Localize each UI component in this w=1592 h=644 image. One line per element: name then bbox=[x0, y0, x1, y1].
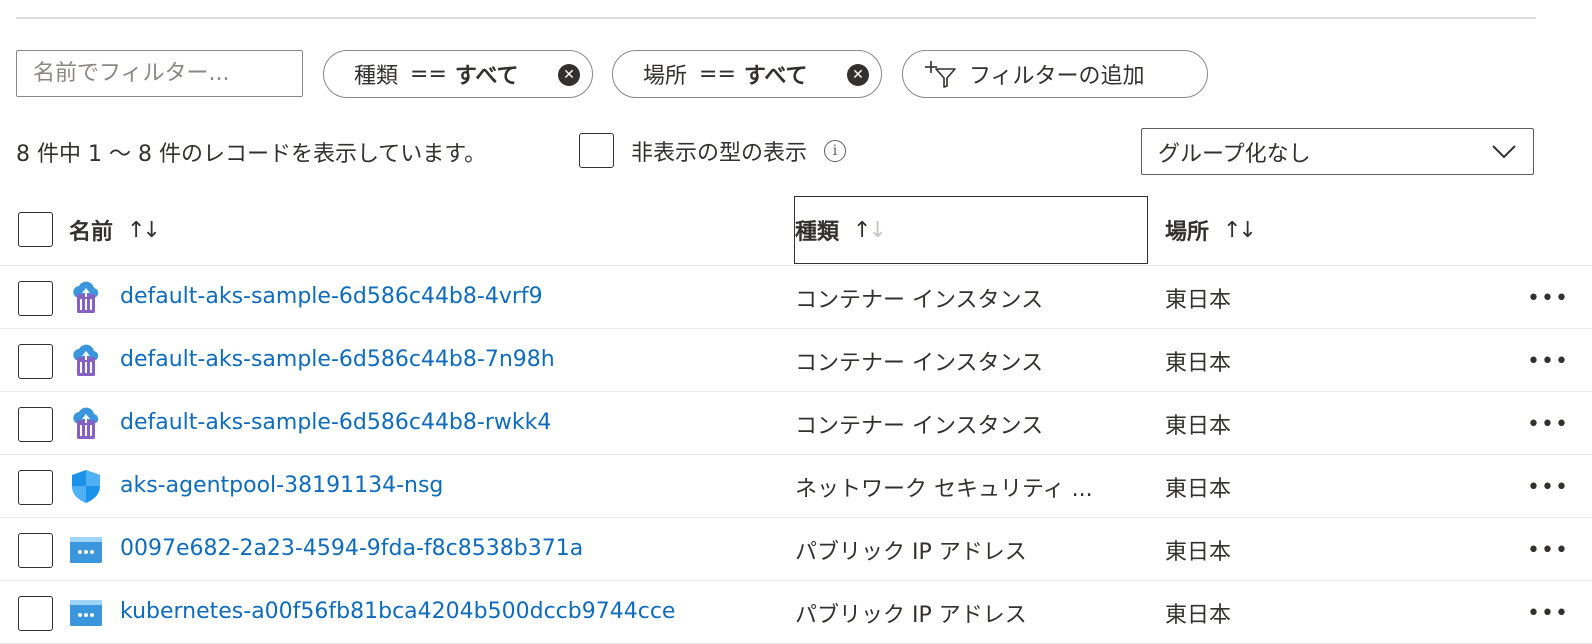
more-actions-icon[interactable]: ••• bbox=[1527, 475, 1569, 500]
row-checkbox[interactable] bbox=[18, 281, 53, 316]
row-checkbox[interactable] bbox=[18, 596, 53, 631]
row-checkbox[interactable] bbox=[18, 533, 53, 568]
show-hidden-types-label: 非表示の型の表示 bbox=[631, 140, 808, 166]
more-actions-icon[interactable]: ••• bbox=[1527, 538, 1569, 563]
public-ip-icon bbox=[68, 531, 104, 567]
location-filter-pill[interactable]: 場所 == すべて ✕ bbox=[612, 50, 882, 98]
table-row[interactable]: default-aks-sample-6d586c44b8-7n98h コンテナー… bbox=[0, 329, 1592, 392]
show-hidden-types-checkbox[interactable] bbox=[579, 133, 614, 168]
row-checkbox[interactable] bbox=[18, 344, 53, 379]
resource-location: 東日本 bbox=[1165, 477, 1232, 502]
resource-type: パブリック IP アドレス bbox=[795, 540, 1027, 565]
type-filter-label: 種類 bbox=[354, 64, 399, 89]
record-count: 8 件中 1 ～ 8 件のレコードを表示しています。 bbox=[16, 142, 487, 167]
container-instance-icon bbox=[68, 342, 104, 378]
resource-location: 東日本 bbox=[1165, 540, 1232, 565]
info-icon[interactable]: i bbox=[824, 139, 847, 162]
more-actions-icon[interactable]: ••• bbox=[1527, 349, 1569, 374]
resource-location: 東日本 bbox=[1165, 351, 1232, 376]
resource-name-link[interactable]: aks-agentpool-38191134-nsg bbox=[120, 473, 443, 498]
location-filter-label: 場所 bbox=[643, 64, 688, 89]
column-header-name[interactable]: 名前 ↑↓ bbox=[69, 196, 161, 264]
table-row[interactable]: default-aks-sample-6d586c44b8-4vrf9 コンテナー… bbox=[0, 266, 1592, 329]
select-all-checkbox[interactable] bbox=[18, 212, 53, 247]
show-hidden-types-toggle[interactable]: 非表示の型の表示 i bbox=[579, 133, 847, 168]
table-row[interactable]: 0097e682-2a23-4594-9fda-f8c8538b371a パブリッ… bbox=[0, 518, 1592, 581]
sort-icon: ↑↓ bbox=[853, 217, 887, 243]
container-instance-icon bbox=[68, 405, 104, 441]
resource-location: 東日本 bbox=[1165, 414, 1232, 439]
more-actions-icon[interactable]: ••• bbox=[1527, 601, 1569, 626]
clear-location-filter-icon[interactable]: ✕ bbox=[847, 64, 869, 86]
more-actions-icon[interactable]: ••• bbox=[1527, 286, 1569, 311]
grouping-dropdown[interactable]: グループ化なし bbox=[1141, 128, 1534, 175]
table-row[interactable]: default-aks-sample-6d586c44b8-rwkk4 コンテナー… bbox=[0, 392, 1592, 455]
resource-name-link[interactable]: 0097e682-2a23-4594-9fda-f8c8538b371a bbox=[120, 536, 583, 561]
location-filter-operator: == bbox=[699, 61, 736, 87]
resource-type: ネットワーク セキュリティ ... bbox=[795, 477, 1093, 502]
column-header-location-label: 場所 bbox=[1165, 220, 1210, 245]
resource-type: コンテナー インスタンス bbox=[795, 288, 1044, 313]
type-filter-operator: == bbox=[410, 61, 447, 87]
resource-name-link[interactable]: default-aks-sample-6d586c44b8-rwkk4 bbox=[120, 410, 551, 435]
table-header: 名前 ↑↓ 種類 ↑↓ 場所 ↑↓ bbox=[0, 196, 1592, 266]
add-filter-button[interactable]: フィルターの追加 bbox=[902, 50, 1208, 98]
column-header-type[interactable]: 種類 ↑↓ bbox=[794, 196, 1148, 264]
resource-name-link[interactable]: default-aks-sample-6d586c44b8-7n98h bbox=[120, 347, 555, 372]
column-header-type-label: 種類 bbox=[795, 220, 840, 245]
chevron-down-icon bbox=[1492, 145, 1516, 159]
name-filter-input[interactable] bbox=[16, 50, 303, 97]
column-header-name-label: 名前 bbox=[69, 220, 114, 245]
resource-location: 東日本 bbox=[1165, 603, 1232, 628]
more-actions-icon[interactable]: ••• bbox=[1527, 412, 1569, 437]
column-header-location[interactable]: 場所 ↑↓ bbox=[1165, 196, 1257, 264]
select-all-cell[interactable] bbox=[18, 212, 53, 247]
clear-type-filter-icon[interactable]: ✕ bbox=[558, 64, 580, 86]
sort-icon: ↑↓ bbox=[127, 217, 161, 243]
top-divider bbox=[16, 17, 1536, 19]
type-filter-value: すべて bbox=[454, 64, 519, 89]
resource-location: 東日本 bbox=[1165, 288, 1232, 313]
resource-name-link[interactable]: default-aks-sample-6d586c44b8-4vrf9 bbox=[120, 284, 543, 309]
container-instance-icon bbox=[68, 279, 104, 315]
table-row[interactable]: aks-agentpool-38191134-nsg ネットワーク セキュリティ … bbox=[0, 455, 1592, 518]
type-filter-pill[interactable]: 種類 == すべて ✕ bbox=[323, 50, 593, 98]
row-checkbox[interactable] bbox=[18, 407, 53, 442]
row-checkbox[interactable] bbox=[18, 470, 53, 505]
sort-icon: ↑↓ bbox=[1223, 217, 1257, 243]
resource-type: コンテナー インスタンス bbox=[795, 351, 1044, 376]
resource-type: パブリック IP アドレス bbox=[795, 603, 1027, 628]
add-filter-icon bbox=[925, 61, 956, 88]
resource-name-link[interactable]: kubernetes-a00f56fb81bca4204b500dccb9744… bbox=[120, 599, 675, 624]
public-ip-icon bbox=[68, 594, 104, 630]
resource-type: コンテナー インスタンス bbox=[795, 414, 1044, 439]
add-filter-label: フィルターの追加 bbox=[969, 64, 1145, 89]
network-security-group-icon bbox=[68, 468, 104, 504]
table-row[interactable]: kubernetes-a00f56fb81bca4204b500dccb9744… bbox=[0, 581, 1592, 644]
grouping-value: グループ化なし bbox=[1158, 141, 1311, 167]
location-filter-value: すべて bbox=[743, 64, 808, 89]
